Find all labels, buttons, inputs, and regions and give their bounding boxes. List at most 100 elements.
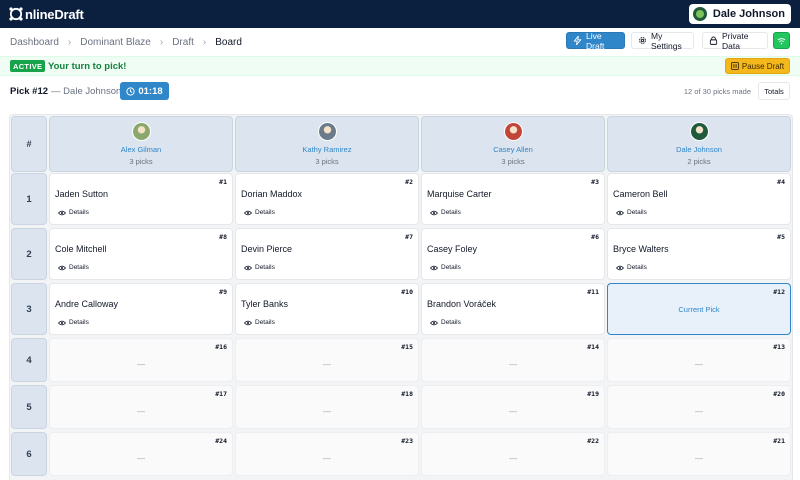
details-link[interactable]: Details	[430, 264, 461, 271]
team-header[interactable]: Alex Gilman 3 picks	[49, 116, 233, 172]
empty-placeholder: —	[695, 407, 703, 416]
current-pick-label: Current Pick	[678, 305, 720, 314]
team-header[interactable]: Casey Allen 3 picks	[421, 116, 605, 172]
empty-pick-cell[interactable]: #19 —	[421, 385, 605, 429]
player-name: Bryce Walters	[613, 244, 669, 254]
empty-pick-cell[interactable]: #15 —	[235, 338, 419, 382]
current-pick-number: Pick #12	[10, 86, 49, 97]
empty-pick-cell[interactable]: #14 —	[421, 338, 605, 382]
details-link[interactable]: Details	[58, 209, 89, 216]
brand-logo[interactable]: nlineDraft	[8, 5, 84, 23]
round-number: 4	[11, 338, 47, 382]
pick-cell[interactable]: #11 Brandon Voráček Details	[421, 283, 605, 335]
pick-number: #16	[215, 343, 227, 351]
details-link[interactable]: Details	[244, 209, 275, 216]
draft-board: # Alex Gilman 3 picks Kathy Ramirez 3 picks C…	[9, 114, 793, 480]
details-link[interactable]: Details	[616, 209, 647, 216]
details-label: Details	[627, 264, 647, 271]
breadcrumb-board: Board	[215, 36, 242, 48]
details-link[interactable]: Details	[58, 319, 89, 326]
team-header[interactable]: Kathy Ramirez 3 picks	[235, 116, 419, 172]
team-header[interactable]: Dale Johnson 2 picks	[607, 116, 791, 172]
pick-cell[interactable]: #5 Bryce Walters Details	[607, 228, 791, 280]
private-data-label: Private Data	[722, 30, 749, 51]
breadcrumb-chevron-icon: ›	[202, 36, 207, 48]
pick-number: #8	[219, 233, 227, 241]
user-avatar	[692, 7, 707, 21]
pick-cell[interactable]: #6 Casey Foley Details	[421, 228, 605, 280]
breadcrumb-league[interactable]: Dominant Blaze	[80, 37, 151, 48]
details-label: Details	[255, 264, 275, 271]
player-name: Dorian Maddox	[241, 189, 303, 199]
details-label: Details	[441, 264, 461, 271]
details-link[interactable]: Details	[244, 264, 275, 271]
details-label: Details	[255, 209, 275, 216]
player-name: Devin Pierce	[241, 244, 293, 254]
lock-icon	[709, 36, 718, 45]
breadcrumb-dashboard[interactable]: Dashboard	[10, 37, 59, 48]
pause-draft-button[interactable]: Pause Draft	[725, 58, 790, 74]
details-label: Details	[255, 319, 275, 326]
turn-message: Your turn to pick!	[48, 61, 127, 72]
pick-number: #1	[219, 178, 227, 186]
totals-button[interactable]: Totals	[758, 82, 790, 100]
pick-cell[interactable]: #1 Jaden Sutton Details	[49, 173, 233, 225]
eye-icon	[616, 210, 624, 216]
pick-number: #24	[215, 437, 227, 445]
pick-number: #5	[777, 233, 785, 241]
user-menu-button[interactable]: Dale Johnson	[688, 4, 791, 24]
player-name: Andre Calloway	[55, 299, 119, 309]
eye-icon	[430, 320, 438, 326]
breadcrumb-draft[interactable]: Draft	[172, 37, 194, 48]
pick-cell[interactable]: #3 Marquise Carter Details	[421, 173, 605, 225]
empty-pick-cell[interactable]: #24 —	[49, 432, 233, 476]
pick-cell[interactable]: #9 Andre Calloway Details	[49, 283, 233, 335]
eye-icon	[430, 210, 438, 216]
pick-number: #2	[405, 178, 413, 186]
pick-number: #3	[591, 178, 599, 186]
pick-cell[interactable]: #7 Devin Pierce Details	[235, 228, 419, 280]
my-settings-button[interactable]: My Settings	[631, 31, 694, 51]
connection-status-button[interactable]	[773, 32, 790, 49]
picks-progress: 12 of 30 picks made	[683, 87, 751, 96]
empty-pick-cell[interactable]: #18 —	[235, 385, 419, 429]
eye-icon	[244, 265, 252, 271]
team-pick-count: 3 picks	[129, 157, 153, 166]
details-link[interactable]: Details	[244, 319, 275, 326]
eye-icon	[58, 265, 66, 271]
pick-cell[interactable]: #2 Dorian Maddox Details	[235, 173, 419, 225]
round-number: 2	[11, 228, 47, 280]
round-number: 1	[11, 173, 47, 225]
breadcrumb-chevron-icon: ›	[67, 36, 72, 48]
details-label: Details	[441, 319, 461, 326]
pick-cell[interactable]: #8 Cole Mitchell Details	[49, 228, 233, 280]
empty-pick-cell[interactable]: #17 —	[49, 385, 233, 429]
empty-placeholder: —	[137, 360, 145, 369]
empty-placeholder: —	[509, 407, 517, 416]
empty-pick-cell[interactable]: #16 —	[49, 338, 233, 382]
private-data-button[interactable]: Private Data	[702, 30, 768, 51]
empty-pick-cell[interactable]: #23 —	[235, 432, 419, 476]
timer-value: 01:18	[138, 85, 163, 97]
live-draft-button[interactable]: Live Draft	[566, 31, 625, 51]
empty-pick-cell[interactable]: #22 —	[421, 432, 605, 476]
details-link[interactable]: Details	[58, 264, 89, 271]
pick-cell[interactable]: #10 Tyler Banks Details	[235, 283, 419, 335]
team-name: Casey Allen	[493, 145, 533, 154]
empty-placeholder: —	[323, 360, 331, 369]
team-avatar	[317, 122, 337, 141]
current-pick-cell[interactable]: #12 Current Pick	[607, 283, 791, 335]
current-picker: — Dale Johnson	[51, 86, 122, 97]
pick-number: #17	[215, 390, 227, 398]
details-link[interactable]: Details	[616, 264, 647, 271]
details-label: Details	[69, 209, 89, 216]
empty-pick-cell[interactable]: #21 —	[607, 432, 791, 476]
details-link[interactable]: Details	[430, 319, 461, 326]
pick-number: #10	[401, 288, 413, 296]
details-link[interactable]: Details	[430, 209, 461, 216]
clock-icon	[126, 86, 135, 96]
pick-cell[interactable]: #4 Cameron Bell Details	[607, 173, 791, 225]
empty-pick-cell[interactable]: #20 —	[607, 385, 791, 429]
eye-icon	[58, 320, 66, 326]
empty-pick-cell[interactable]: #13 —	[607, 338, 791, 382]
